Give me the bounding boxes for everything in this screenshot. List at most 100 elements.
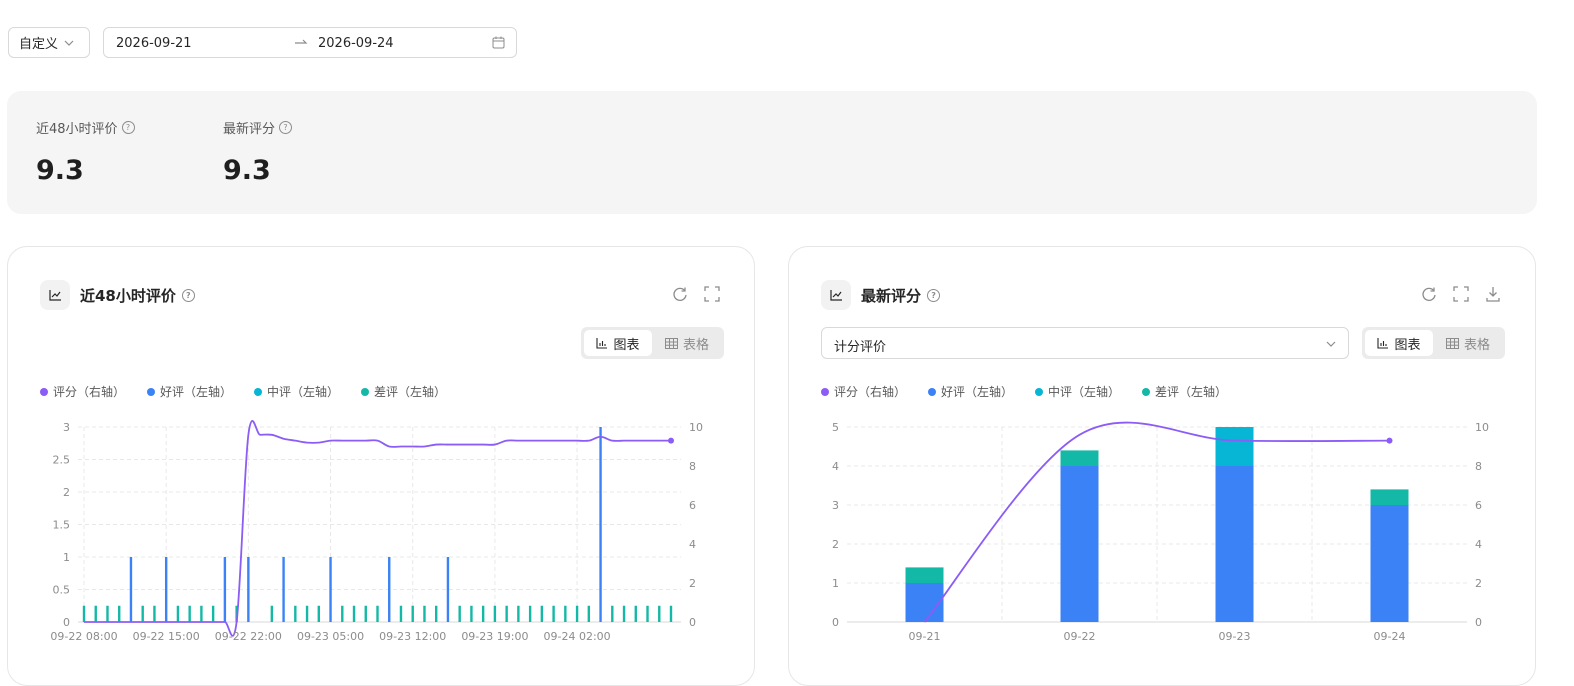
chart-recent-48h: 0 0.5 1 1.5 2 2.5 3 0 2 4 6 8 10 09-22 08:00 09-22 15:…: [50, 420, 703, 643]
kpi-value: 9.3: [36, 155, 84, 186]
metric-select[interactable]: 计分评价: [821, 327, 1349, 359]
x-tick-label: 09-24 02:00: [543, 630, 610, 643]
chart-view-button[interactable]: 图表: [584, 330, 652, 356]
bar-bad: [211, 605, 215, 622]
bar-chart-icon: [1377, 338, 1389, 349]
calendar-icon[interactable]: [492, 36, 505, 49]
y-left-tick-label: 1: [832, 577, 839, 590]
bar-bad: [634, 605, 637, 622]
bar-good: [329, 557, 332, 622]
legend-item-medium[interactable]: 中评（左轴）: [1035, 383, 1120, 400]
chart-view-label: 图表: [613, 337, 640, 353]
card-recent-48h: 近48小时评价 ? 图表 表格 评分（右轴） 好评（左轴） 中评（左轴） 差评（…: [7, 246, 755, 686]
bar-bad: [141, 605, 144, 622]
score-point: [1386, 437, 1393, 444]
date-range-picker[interactable]: 2026-09-21 2026-09-24: [103, 27, 517, 58]
chart-legend: 评分（右轴） 好评（左轴） 中评（左轴） 差评（左轴）: [821, 383, 1227, 400]
arrow-right-icon: [295, 39, 308, 44]
y-right-tick-label: 0: [1475, 616, 1482, 629]
card-title-text: 最新评分: [861, 287, 922, 305]
download-icon[interactable]: [1484, 285, 1502, 303]
chart-view-label: 图表: [1394, 337, 1421, 353]
refresh-icon[interactable]: [671, 285, 689, 303]
legend-item-medium[interactable]: 中评（左轴）: [254, 383, 339, 400]
y-right-tick-label: 4: [1475, 538, 1482, 551]
y-right-tick-label: 4: [689, 538, 696, 551]
metric-select-value: 计分评价: [834, 340, 887, 355]
bar-good: [164, 557, 168, 622]
y-left-tick-label: 1: [63, 551, 70, 564]
bar-bad: [658, 605, 661, 622]
legend-label: 评分（右轴）: [53, 385, 126, 399]
fullscreen-icon[interactable]: [703, 285, 721, 303]
y-right-tick-label: 8: [689, 460, 696, 473]
x-tick-label: 09-23 12:00: [379, 630, 446, 643]
bar-good: [388, 557, 391, 622]
legend-label: 差评（左轴）: [1155, 385, 1228, 399]
legend-item-bad[interactable]: 差评（左轴）: [1142, 383, 1227, 400]
table-view-label: 表格: [682, 337, 709, 353]
x-tick-label: 09-23: [1219, 630, 1251, 643]
chevron-down-icon: [1326, 341, 1336, 347]
bar-bad: [376, 605, 379, 622]
bar-bad: [106, 605, 109, 622]
x-tick-label: 09-24: [1374, 630, 1406, 643]
bar-bad: [317, 605, 320, 622]
table-icon: [1445, 337, 1459, 349]
x-tick-label: 09-22 22:00: [215, 630, 282, 643]
fullscreen-icon[interactable]: [1452, 285, 1470, 303]
bar-good: [247, 557, 250, 622]
legend-item-good[interactable]: 好评（左轴）: [928, 383, 1013, 400]
legend-item-good[interactable]: 好评（左轴）: [147, 383, 232, 400]
chart-card-icon: [821, 280, 851, 310]
bar-bad: [540, 605, 544, 622]
table-view-button[interactable]: 表格: [653, 330, 721, 356]
bar-bad: [94, 605, 97, 622]
start-date-input[interactable]: 2026-09-21: [116, 36, 192, 51]
help-icon[interactable]: ?: [927, 289, 941, 302]
y-left-tick-label: 2: [832, 538, 839, 551]
bar-bad: [352, 605, 356, 622]
bar-good: [129, 557, 133, 622]
help-icon[interactable]: ?: [279, 121, 293, 134]
y-left-tick-label: 0.5: [53, 584, 71, 597]
date-mode-select[interactable]: 自定义: [8, 27, 90, 58]
legend-label: 好评（左轴）: [160, 385, 233, 399]
x-tick-label: 09-21: [909, 630, 941, 643]
bar-bad: [470, 605, 473, 622]
bar-bad: [622, 605, 626, 622]
y-left-tick-label: 3: [63, 421, 70, 434]
score-point: [668, 437, 674, 444]
bar-segment: [1370, 505, 1409, 622]
bar-segment: [1370, 489, 1409, 505]
summary-panel: 近48小时评价? 9.3 最新评分? 9.3: [7, 91, 1537, 214]
view-toggle: 图表 表格: [1362, 327, 1505, 359]
bar-bad: [82, 605, 86, 622]
bar-bad: [646, 605, 649, 622]
bar-good: [282, 557, 285, 622]
bar-bad: [669, 605, 673, 622]
legend-item-score[interactable]: 评分（右轴）: [40, 383, 125, 400]
kpi-value: 9.3: [223, 155, 271, 186]
end-date-input[interactable]: 2026-09-24: [318, 36, 394, 51]
legend-item-score[interactable]: 评分（右轴）: [821, 383, 906, 400]
legend-item-bad[interactable]: 差评（左轴）: [361, 383, 446, 400]
bar-bad: [399, 605, 403, 622]
series-line-score: [84, 420, 671, 637]
refresh-icon[interactable]: [1420, 285, 1438, 303]
y-left-tick-label: 0: [832, 616, 839, 629]
chart-legend: 评分（右轴） 好评（左轴） 中评（左轴） 差评（左轴）: [40, 383, 446, 400]
kpi-label: 近48小时评价: [36, 122, 118, 137]
bar-bad: [505, 605, 508, 622]
legend-label: 中评（左轴）: [267, 385, 340, 399]
y-left-tick-label: 2.5: [53, 454, 71, 467]
help-icon[interactable]: ?: [181, 289, 195, 302]
bar-bad: [458, 605, 461, 622]
kpi-label: 最新评分: [223, 122, 276, 137]
bar-bad: [493, 605, 497, 622]
table-view-button[interactable]: 表格: [1434, 330, 1502, 356]
chart-view-button[interactable]: 图表: [1365, 330, 1433, 356]
y-right-tick-label: 2: [1475, 577, 1482, 590]
y-left-tick-label: 1.5: [53, 519, 71, 532]
help-icon[interactable]: ?: [121, 121, 135, 134]
